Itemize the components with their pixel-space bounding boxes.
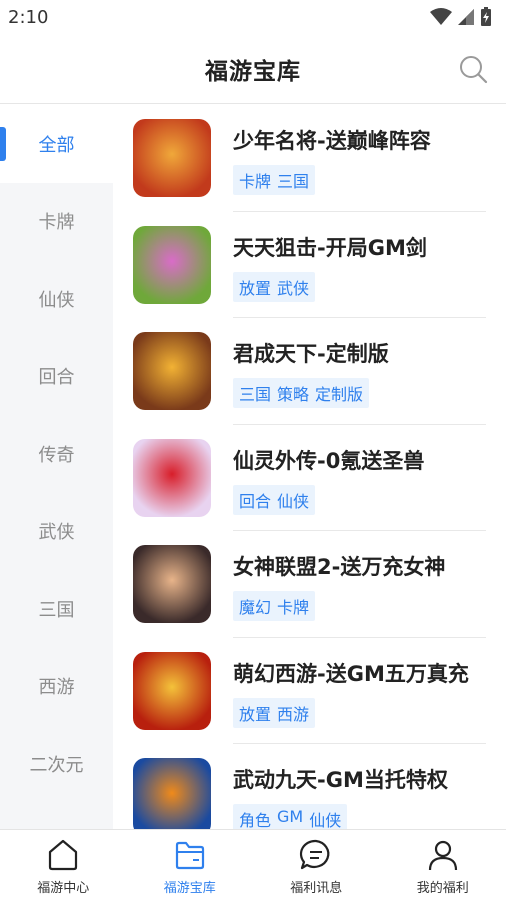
- game-tags: 卡牌 三国: [233, 165, 316, 195]
- sidebar-item-label: 武侠: [38, 522, 75, 544]
- game-name: 武动九天-GM当托特权: [233, 768, 448, 792]
- tag-text: 三国: [239, 385, 272, 404]
- tag-text: 放置: [239, 704, 272, 724]
- game-icon: [133, 651, 211, 730]
- status-icons: [430, 7, 492, 27]
- tag-text: 武侠: [277, 278, 310, 298]
- sidebar-item-anime[interactable]: 二次元: [0, 725, 113, 803]
- list-item[interactable]: 天天狙击-开局GM剑 放置 武侠: [113, 212, 506, 318]
- message-icon: [300, 839, 330, 870]
- game-name: 天天狙击-开局GM剑: [233, 235, 427, 260]
- status-time: 2:10: [8, 6, 49, 28]
- signal-icon: [458, 9, 474, 25]
- game-icon: [133, 332, 211, 410]
- tag-text: GM: [277, 807, 304, 826]
- game-list: 少年名将-送巅峰阵容 卡牌 三国 天天狙击-开局GM剑 放置 武侠 君成天下-定…: [113, 105, 506, 829]
- tag-badge: 魔幻 卡牌: [233, 591, 316, 621]
- tag-text: 定制版: [315, 385, 364, 404]
- tag-text: 卡牌: [239, 172, 272, 191]
- nav-item-library[interactable]: 福游宝库: [127, 830, 254, 900]
- list-item[interactable]: 萌幻西游-送GM五万真充 放置 西游: [113, 638, 506, 744]
- tag-text: 策略: [277, 385, 310, 404]
- game-tags: 回合 仙侠: [233, 484, 316, 515]
- game-name: 少年名将-送巅峰阵容: [233, 129, 431, 153]
- tag-badge: 放置 西游: [233, 697, 316, 728]
- wifi-icon: [430, 8, 452, 25]
- sidebar-item-label: 西游: [38, 677, 75, 699]
- nav-item-messages[interactable]: 福利讯息: [253, 830, 380, 900]
- sidebar-item-journey-west[interactable]: 西游: [0, 648, 113, 726]
- game-icon: [133, 545, 211, 623]
- tag-badge: 卡牌 三国: [233, 165, 316, 195]
- game-tags: 角色 GM 仙侠: [233, 804, 348, 829]
- game-icon: [133, 758, 211, 829]
- game-icon: [133, 225, 211, 304]
- list-item[interactable]: 仙灵外传-0氪送圣兽 回合 仙侠: [113, 425, 506, 531]
- sidebar-item-all[interactable]: 全部: [0, 105, 113, 183]
- page-title: 福游宝库: [205, 58, 301, 85]
- sidebar-item-legend[interactable]: 传奇: [0, 415, 113, 493]
- sidebar-item-label: 三国: [38, 599, 75, 621]
- home-icon: [49, 839, 78, 871]
- sidebar-item-label: 仙侠: [38, 289, 75, 311]
- sidebar-item-wuxia[interactable]: 武侠: [0, 493, 113, 571]
- sidebar-item-xianxia[interactable]: 仙侠: [0, 260, 113, 338]
- nav-label: 福利讯息: [290, 881, 343, 896]
- folder-icon: [175, 841, 204, 870]
- list-item[interactable]: 武动九天-GM当托特权 角色 GM 仙侠: [113, 744, 506, 829]
- tag-badge: 放置 武侠: [233, 271, 316, 302]
- game-icon: [133, 438, 211, 517]
- game-name: 君成天下-定制版: [233, 342, 389, 366]
- battery-icon: [481, 7, 491, 26]
- search-icon[interactable]: [458, 54, 488, 84]
- game-name: 萌幻西游-送GM五万真充: [233, 661, 469, 686]
- game-icon: [133, 119, 211, 197]
- list-item[interactable]: 女神联盟2-送万充女神 魔幻 卡牌: [113, 531, 506, 638]
- list-item[interactable]: 少年名将-送巅峰阵容 卡牌 三国: [113, 105, 506, 212]
- game-tags: 魔幻 卡牌: [233, 591, 316, 621]
- header: 福游宝库: [0, 34, 506, 104]
- sidebar-item-label: 全部: [38, 134, 75, 156]
- status-bar: 2:10: [0, 0, 506, 34]
- tag-text: 卡牌: [277, 598, 310, 617]
- tag-text: 角色: [239, 811, 272, 829]
- sidebar-item-turn-based[interactable]: 回合: [0, 338, 113, 416]
- nav-item-center[interactable]: 福游中心: [0, 830, 127, 900]
- tag-text: 三国: [277, 172, 310, 191]
- game-tags: 放置 西游: [233, 697, 316, 728]
- sidebar-item-label: 二次元: [29, 754, 84, 776]
- game-name: 女神联盟2-送万充女神: [233, 555, 446, 579]
- tag-text: 回合: [239, 491, 272, 511]
- tag-badge: 角色 GM 仙侠: [233, 804, 348, 829]
- tag-text: 仙侠: [277, 491, 310, 511]
- nav-label: 福游中心: [37, 881, 90, 896]
- tag-text: 魔幻: [239, 598, 272, 617]
- game-tags: 放置 武侠: [233, 271, 316, 302]
- nav-label: 福游宝库: [163, 881, 216, 896]
- sidebar-item-label: 卡牌: [38, 212, 75, 234]
- game-tags: 三国 策略 定制版: [233, 378, 370, 408]
- sidebar-item-three-kingdoms[interactable]: 三国: [0, 570, 113, 648]
- list-item[interactable]: 君成天下-定制版 三国 策略 定制版: [113, 318, 506, 425]
- sidebar-item-label: 传奇: [38, 444, 75, 466]
- tag-text: 仙侠: [309, 811, 342, 829]
- user-icon: [428, 840, 457, 871]
- bottom-nav: 福游中心 福游宝库 福利讯息 我的福利: [0, 829, 506, 900]
- tag-badge: 三国 策略 定制版: [233, 378, 370, 408]
- game-name: 仙灵外传-0氪送圣兽: [233, 448, 425, 473]
- nav-label: 我的福利: [416, 881, 469, 896]
- nav-item-profile[interactable]: 我的福利: [380, 830, 506, 900]
- category-sidebar: 全部 卡牌 仙侠 回合 传奇 武侠 三国 西游 二次元: [0, 105, 113, 829]
- sidebar-item-label: 回合: [38, 367, 75, 389]
- tag-text: 放置: [239, 278, 272, 298]
- tag-text: 西游: [277, 704, 310, 724]
- sidebar-item-card[interactable]: 卡牌: [0, 183, 113, 261]
- tag-badge: 回合 仙侠: [233, 484, 316, 515]
